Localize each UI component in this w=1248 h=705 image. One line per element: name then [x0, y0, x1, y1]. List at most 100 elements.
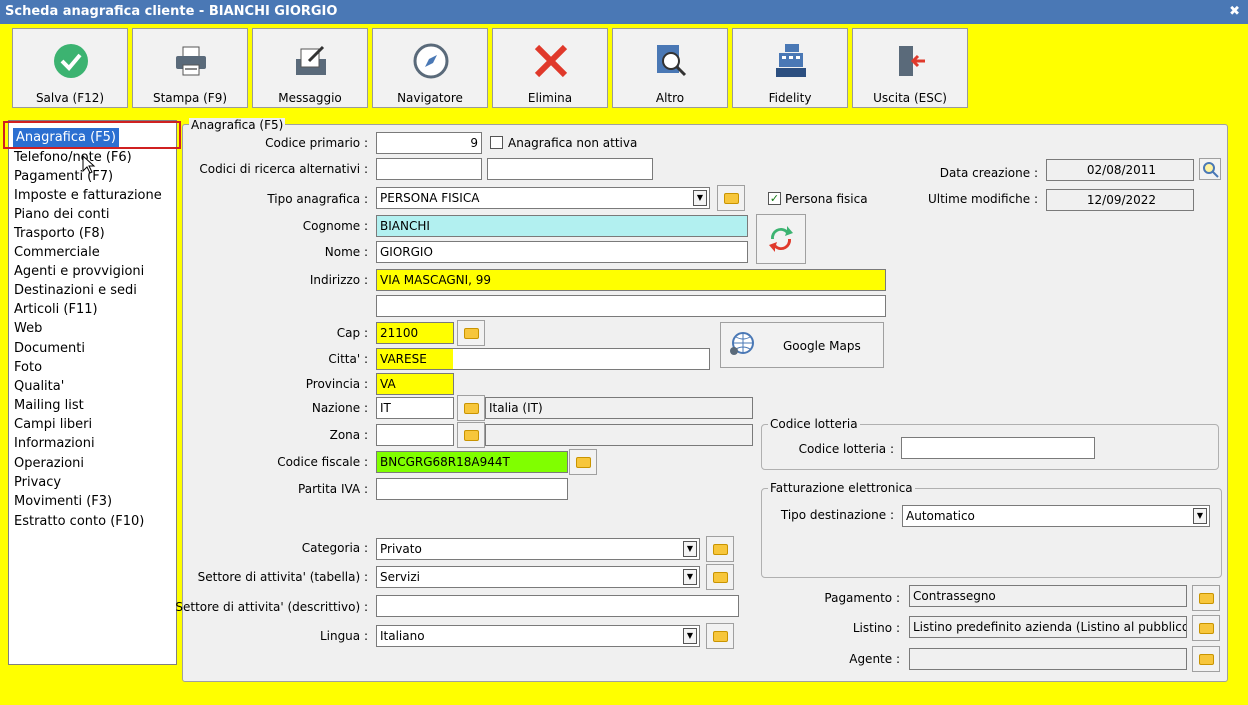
- cognome-label: Cognome :: [302, 219, 368, 233]
- lingua-folder-button[interactable]: [706, 623, 734, 649]
- sidebar-item-imposte[interactable]: Imposte e fatturazione: [14, 186, 162, 205]
- lingua-value: Italiano: [380, 629, 425, 643]
- zona-input[interactable]: [376, 424, 454, 446]
- nome-input[interactable]: GIORGIO: [376, 241, 748, 263]
- categoria-folder-button[interactable]: [706, 536, 734, 562]
- codice-lotteria-input[interactable]: [901, 437, 1095, 459]
- persona-fisica-checkbox[interactable]: ✓: [768, 192, 781, 205]
- panel-legend: Anagrafica (F5): [189, 118, 286, 132]
- listino-folder-button[interactable]: [1192, 615, 1220, 641]
- swap-arrows-icon: [769, 226, 793, 252]
- folder-icon: [1199, 623, 1214, 634]
- message-button[interactable]: Messaggio: [252, 28, 368, 108]
- swap-names-button[interactable]: [756, 214, 806, 264]
- sidebar-item-operazioni[interactable]: Operazioni: [14, 454, 84, 473]
- sidebar-item-estratto-conto[interactable]: Estratto conto (F10): [14, 512, 144, 531]
- sidebar-item-pagamenti[interactable]: Pagamenti (F7): [14, 167, 113, 186]
- cap-label: Cap :: [336, 326, 368, 340]
- settore-tabella-folder-button[interactable]: [706, 564, 734, 590]
- sidebar-item-web[interactable]: Web: [14, 319, 42, 338]
- sidebar-item-mailing[interactable]: Mailing list: [14, 396, 84, 415]
- sidebar-item-telefono[interactable]: Telefono/note (F6): [14, 148, 132, 167]
- tipo-destinazione-select[interactable]: Automatico ▼: [902, 505, 1210, 527]
- folder-icon: [724, 193, 739, 204]
- agente-field: [909, 648, 1187, 670]
- nazione-description: Italia (IT): [485, 397, 753, 419]
- pagamento-folder-button[interactable]: [1192, 585, 1220, 611]
- message-button-label: Messaggio: [278, 91, 342, 105]
- citta-input[interactable]: VARESE: [376, 348, 710, 370]
- nazione-label: Nazione :: [311, 401, 368, 415]
- settore-tabella-value: Servizi: [380, 570, 421, 584]
- codici-ricerca-input-2[interactable]: [487, 158, 653, 180]
- provincia-input[interactable]: VA: [376, 373, 454, 395]
- codice-fiscale-folder-button[interactable]: [569, 449, 597, 475]
- nazione-input[interactable]: IT: [376, 397, 454, 419]
- cognome-input[interactable]: BIANCHI: [376, 215, 748, 237]
- folder-icon: [1199, 593, 1214, 604]
- save-button-label: Salva (F12): [35, 91, 105, 105]
- listino-label: Listino :: [852, 621, 900, 635]
- data-creazione-search-button[interactable]: [1199, 158, 1221, 180]
- sidebar-item-qualita[interactable]: Qualita': [14, 377, 64, 396]
- sidebar-item-destinazioni[interactable]: Destinazioni e sedi: [14, 281, 137, 300]
- tipo-anagrafica-folder-button[interactable]: [717, 185, 745, 211]
- sidebar-item-informazioni[interactable]: Informazioni: [14, 434, 95, 453]
- categoria-select[interactable]: Privato ▼: [376, 538, 700, 560]
- sidebar-item-foto[interactable]: Foto: [14, 358, 42, 377]
- folder-icon: [464, 430, 479, 441]
- partita-iva-input[interactable]: [376, 478, 568, 500]
- sidebar-item-documenti[interactable]: Documenti: [14, 339, 85, 358]
- settore-tabella-select[interactable]: Servizi ▼: [376, 566, 700, 588]
- codice-primario-input[interactable]: 9: [376, 132, 482, 154]
- save-button[interactable]: Salva (F12): [12, 28, 128, 108]
- navigator-button[interactable]: Navigatore: [372, 28, 488, 108]
- close-icon[interactable]: ✖: [1229, 0, 1240, 24]
- sidebar-item-trasporto[interactable]: Trasporto (F8): [14, 224, 105, 243]
- indirizzo-input[interactable]: VIA MASCAGNI, 99: [376, 269, 886, 291]
- window-title: Scheda anagrafica cliente - BIANCHI GIOR…: [5, 4, 338, 19]
- tipo-anagrafica-value: PERSONA FISICA: [380, 191, 480, 205]
- google-maps-button[interactable]: Google Maps: [720, 322, 884, 368]
- lingua-select[interactable]: Italiano ▼: [376, 625, 700, 647]
- cap-folder-button[interactable]: [457, 320, 485, 346]
- settore-descrittivo-input[interactable]: [376, 595, 739, 617]
- tipo-anagrafica-select[interactable]: PERSONA FISICA ▼: [376, 187, 710, 209]
- fidelity-button[interactable]: Fidelity: [732, 28, 848, 108]
- fidelity-button-label: Fidelity: [768, 91, 812, 105]
- partita-iva-label: Partita IVA :: [298, 482, 368, 496]
- sidebar-item-campi-liberi[interactable]: Campi liberi: [14, 415, 92, 434]
- agente-folder-button[interactable]: [1192, 646, 1220, 672]
- data-creazione-field: 02/08/2011: [1046, 159, 1194, 181]
- pagamento-label: Pagamento :: [824, 591, 900, 605]
- exit-button[interactable]: Uscita (ESC): [852, 28, 968, 108]
- non-attiva-checkbox[interactable]: [490, 136, 503, 149]
- sidebar-nav: Anagrafica (F5) Telefono/note (F6) Pagam…: [8, 120, 177, 665]
- nazione-folder-button[interactable]: [457, 395, 485, 421]
- sidebar-item-movimenti[interactable]: Movimenti (F3): [14, 492, 112, 511]
- other-button-label: Altro: [655, 91, 685, 105]
- provincia-label: Provincia :: [305, 377, 368, 391]
- folder-icon: [713, 572, 728, 583]
- codici-ricerca-label: Codici di ricerca alternativi :: [199, 162, 368, 176]
- delete-button[interactable]: Elimina: [492, 28, 608, 108]
- globe-pin-icon: [730, 332, 754, 355]
- zona-label: Zona :: [329, 428, 368, 442]
- non-attiva-label: Anagrafica non attiva: [508, 136, 638, 150]
- categoria-label: Categoria :: [301, 541, 368, 555]
- zona-folder-button[interactable]: [457, 422, 485, 448]
- sidebar-item-articoli[interactable]: Articoli (F11): [14, 300, 98, 319]
- print-button[interactable]: Stampa (F9): [132, 28, 248, 108]
- codici-ricerca-input-1[interactable]: [376, 158, 482, 180]
- codice-primario-label: Codice primario :: [265, 136, 368, 150]
- sidebar-item-piano-conti[interactable]: Piano dei conti: [14, 205, 110, 224]
- indirizzo-input-2[interactable]: [376, 295, 886, 317]
- sidebar-item-agenti[interactable]: Agenti e provvigioni: [14, 262, 144, 281]
- sidebar-item-privacy[interactable]: Privacy: [14, 473, 61, 492]
- sidebar-item-commerciale[interactable]: Commerciale: [14, 243, 100, 262]
- folder-icon: [713, 544, 728, 555]
- folder-icon: [464, 403, 479, 414]
- other-button[interactable]: Altro: [612, 28, 728, 108]
- cap-input[interactable]: 21100: [376, 322, 454, 344]
- codice-fiscale-input[interactable]: BNCGRG68R18A944T: [376, 451, 568, 473]
